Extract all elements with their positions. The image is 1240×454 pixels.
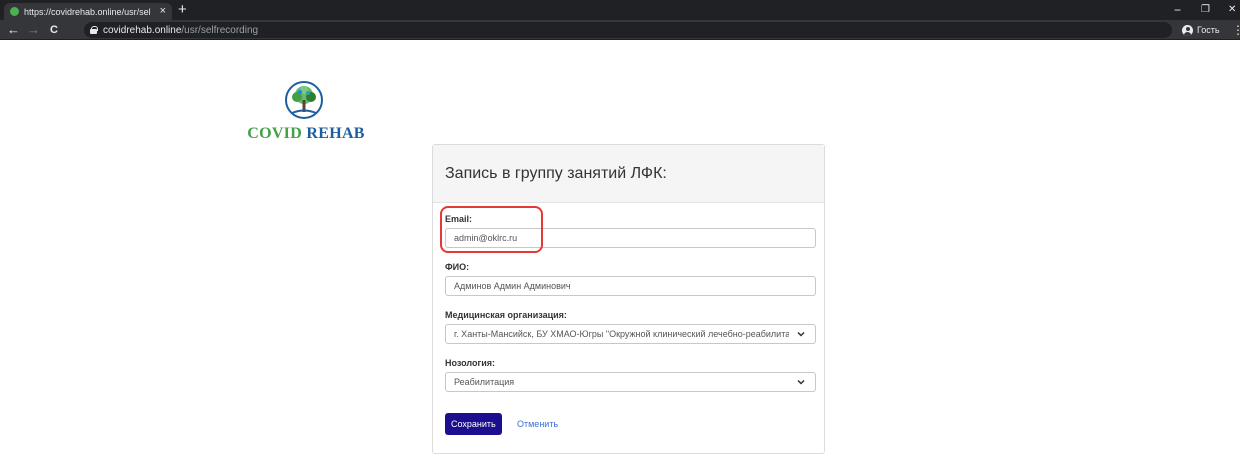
back-icon[interactable]: ← [7,22,20,38]
tree-logo-icon [285,81,323,119]
fio-field[interactable]: Админов Админ Админович [445,276,816,296]
chevron-down-icon [797,331,805,337]
browser-toolbar: ← → C covidrehab.online/usr/selfrecordin… [0,20,1240,40]
email-highlight-annotation [440,206,543,253]
browser-menu-icon[interactable]: ⋮ [1232,23,1240,37]
minimize-icon[interactable]: − [1174,3,1181,17]
logo-wordmark: COVID REHAB [246,125,366,143]
url-host: covidrehab.online [103,24,182,36]
forward-icon[interactable]: → [27,22,40,38]
close-window-icon[interactable]: ✕ [1228,3,1236,17]
profile-icon [1182,24,1193,36]
covid-rehab-logo: COVID REHAB [246,76,366,146]
site-favicon-icon [10,7,19,16]
org-select[interactable]: г. Ханты-Мансийск, БУ ХМАО-Югры "Окружно… [445,324,816,344]
browser-titlebar: https://covidrehab.online/usr/sel × + − … [0,0,1240,20]
save-button[interactable]: Сохранить [445,413,502,435]
reload-icon[interactable]: C [50,22,58,38]
url-path: /usr/selfrecording [181,24,259,36]
tab-title: https://covidrehab.online/usr/sel [24,6,151,17]
chevron-down-icon [797,379,805,385]
restore-icon[interactable]: ❐ [1201,3,1210,17]
close-tab-icon[interactable]: × [160,6,166,17]
nosology-label: Нозология: [445,358,496,368]
card-header: Запись в группу занятий ЛФК: [433,145,824,203]
selfrecording-form-card: Запись в группу занятий ЛФК: Email: admi… [432,144,825,454]
browser-tab[interactable]: https://covidrehab.online/usr/sel × [4,3,172,20]
nosology-select[interactable]: Реабилитация [445,372,816,392]
nosology-selected-value: Реабилитация [454,377,515,387]
cancel-link[interactable]: Отменить [517,419,558,429]
org-selected-value: г. Ханты-Мансийск, БУ ХМАО-Югры "Окружно… [454,329,789,339]
address-bar[interactable]: covidrehab.online/usr/selfrecording [84,22,1172,38]
org-label: Медицинская организация: [445,310,567,320]
logo-word-covid: COVID [247,125,303,142]
form-title: Запись в группу занятий ЛФК: [445,165,667,182]
profile-label: Гость [1197,25,1220,35]
logo-word-rehab: REHAB [306,125,365,142]
fio-label: ФИО: [445,262,470,272]
new-tab-icon[interactable]: + [178,2,187,18]
profile-button[interactable]: Гость [1182,22,1220,38]
lock-icon[interactable] [90,26,98,34]
